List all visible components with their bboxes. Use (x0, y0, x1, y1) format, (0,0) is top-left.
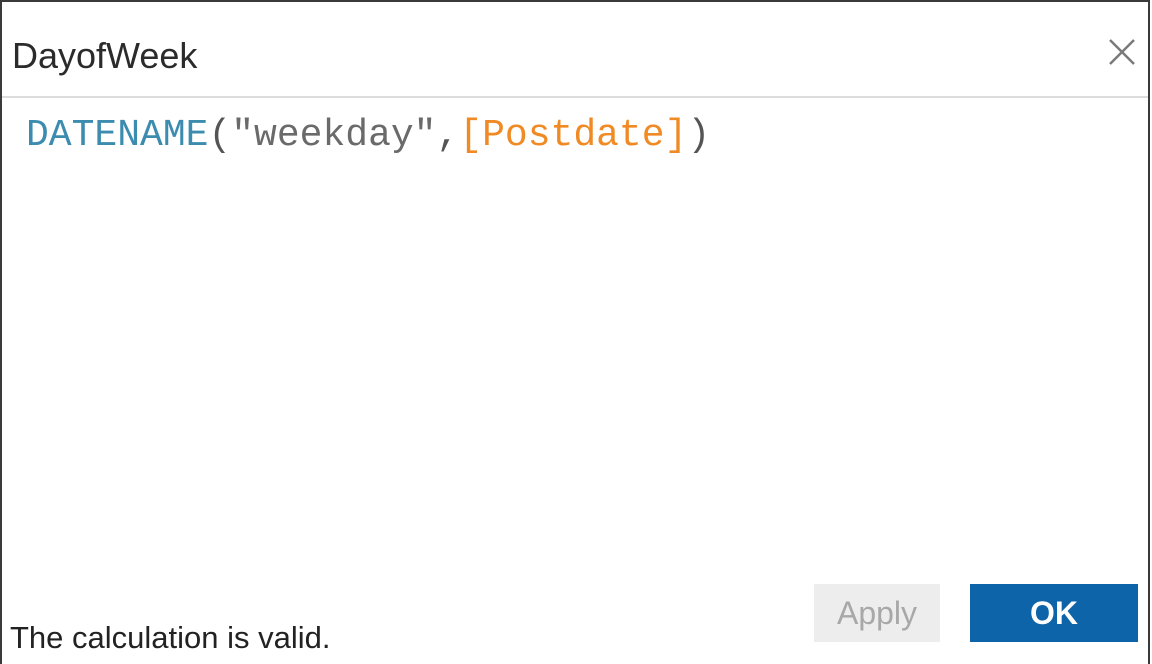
close-icon (1109, 39, 1135, 65)
close-button[interactable] (1102, 32, 1142, 72)
formula-open-paren: ( (208, 114, 232, 157)
validation-status: The calculation is valid. (10, 620, 331, 655)
formula-close-paren: ) (687, 114, 711, 157)
formula-string-arg: "weekday" (231, 114, 437, 157)
calculation-dialog: DayofWeek DATENAME("weekday",[Postdate])… (0, 0, 1150, 664)
formula-comma: , (436, 114, 460, 157)
dialog-title: DayofWeek (12, 35, 198, 76)
apply-button[interactable]: Apply (814, 584, 940, 642)
formula-function: DATENAME (26, 114, 209, 157)
dialog-header: DayofWeek (2, 2, 1148, 98)
ok-button[interactable]: OK (970, 584, 1138, 642)
formula-editor[interactable]: DATENAME("weekday",[Postdate]) (26, 114, 1128, 534)
formula-field: [Postdate] (459, 114, 688, 157)
